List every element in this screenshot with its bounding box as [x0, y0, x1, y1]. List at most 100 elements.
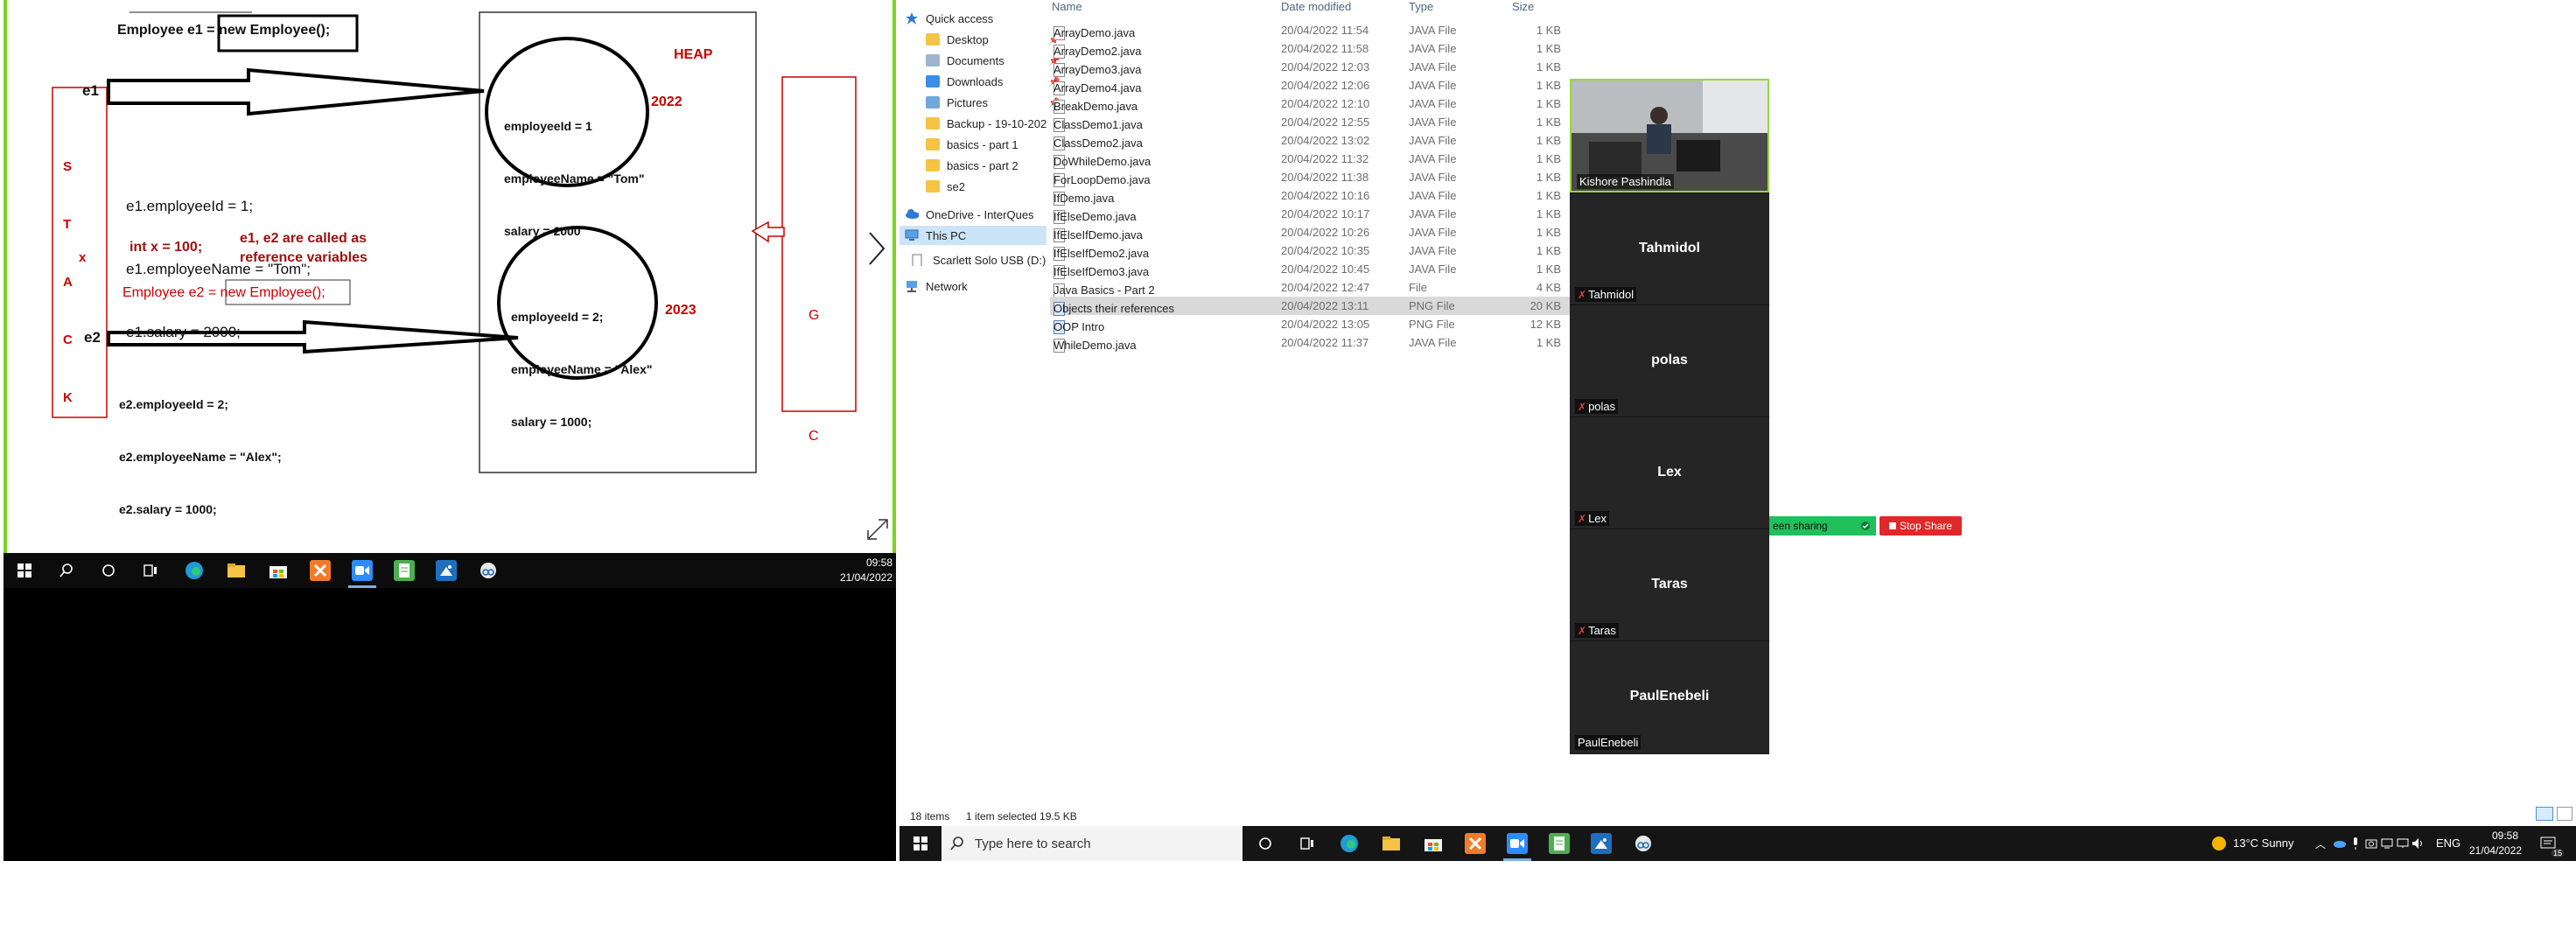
nav-desktop[interactable]: Desktop📌	[926, 30, 1064, 49]
file-row[interactable]: IfElseIfDemo.java 20/04/2022 10:26 JAVA Fi…	[1050, 223, 1575, 242]
cortana-icon[interactable]	[98, 560, 119, 581]
cortana-icon[interactable]	[1255, 833, 1276, 854]
participant-tile[interactable]: Lex ✗ Lex	[1570, 416, 1769, 529]
file-row[interactable]: Objects their references 20/04/2022 13:11…	[1050, 297, 1575, 316]
taskbar-clock[interactable]: 09:58 21/04/2022	[2469, 829, 2522, 858]
windows-start-icon[interactable]	[910, 833, 931, 854]
muted-mic-icon: ✗	[1578, 625, 1587, 637]
file-row[interactable]: IfDemo.java 20/04/2022 10:16 JAVA File 1 KB	[1050, 186, 1575, 206]
notepad-icon[interactable]	[394, 560, 415, 581]
file-row[interactable]: ArrayDemo3.java 20/04/2022 12:03 JAVA File…	[1050, 58, 1575, 77]
nav-pictures[interactable]: Pictures📌	[926, 93, 1064, 112]
file-row[interactable]: WhileDemo.java 20/04/2022 11:37 JAVA File 1…	[1050, 333, 1575, 353]
file-size: 1 KB	[1536, 60, 1561, 74]
file-type: JAVA File	[1409, 97, 1457, 110]
file-row[interactable]: IfElseIfDemo2.java 20/04/2022 10:35 JAVA F…	[1050, 242, 1575, 261]
file-size: 1 KB	[1536, 207, 1561, 220]
task-view-icon[interactable]	[140, 560, 161, 581]
file-row[interactable]: Java Basics - Part 2 20/04/2022 12:47 File…	[1050, 278, 1575, 298]
column-header-date[interactable]: Date modified	[1281, 0, 1351, 13]
large-icons-view-icon[interactable]	[2557, 807, 2572, 821]
file-explorer-icon[interactable]	[226, 560, 247, 581]
xampp-icon[interactable]	[1465, 833, 1486, 854]
weather-text[interactable]: 13°C Sunny	[2233, 836, 2294, 850]
file-row[interactable]: IfElseIfDemo3.java 20/04/2022 10:45 JAVA F…	[1050, 260, 1575, 279]
file-size: 20 KB	[1530, 299, 1561, 312]
details-view-icon[interactable]	[2536, 807, 2553, 821]
store-icon[interactable]	[1423, 833, 1444, 854]
nav-usb-drive[interactable]: Scarlett Solo USB (D:)	[912, 250, 1069, 270]
heap-label: HEAP	[674, 47, 713, 62]
xampp-icon[interactable]	[310, 560, 331, 581]
volume-icon[interactable]	[2408, 833, 2429, 854]
nav-network[interactable]: Network	[905, 276, 1043, 296]
nav-basics-part-1[interactable]: basics - part 1	[926, 135, 1064, 154]
file-row[interactable]: DoWhileDemo.java 20/04/2022 11:32 JAVA Fil…	[1050, 150, 1575, 169]
file-date: 20/04/2022 12:47	[1281, 281, 1370, 294]
file-row[interactable]: ClassDemo1.java 20/04/2022 12:55 JAVA File…	[1050, 113, 1575, 132]
zoom-gallery-panel: Kishore Pashindla Tahmidol ✗ Tahmidol polas…	[1570, 79, 1769, 754]
notifications-icon[interactable]: 15	[2538, 833, 2564, 858]
file-row[interactable]: OOP Intro 20/04/2022 13:05 PNG File 12 KB	[1050, 315, 1575, 334]
notepad-icon[interactable]	[1549, 833, 1570, 854]
participant-label: ✗ Tahmidol	[1575, 287, 1637, 302]
file-size: 1 KB	[1536, 152, 1561, 165]
participant-label: PaulEnebeli	[1575, 735, 1642, 750]
file-row[interactable]: IfElseDemo.java 20/04/2022 10:17 JAVA File…	[1050, 205, 1575, 224]
edge-browser-icon[interactable]	[1339, 833, 1360, 854]
computer-icon	[905, 229, 919, 241]
search-icon[interactable]	[56, 560, 77, 581]
file-row[interactable]: BreakDemo.java 20/04/2022 12:10 JAVA File 1…	[1050, 94, 1575, 114]
column-header-size[interactable]: Size	[1512, 0, 1534, 13]
nav-documents[interactable]: Documents 📌	[926, 51, 1064, 70]
edge-browser-icon[interactable]	[184, 560, 205, 581]
paint-icon[interactable]	[1591, 833, 1612, 854]
video-tile-kishore[interactable]: Kishore Pashindla	[1570, 79, 1769, 192]
file-size: 1 KB	[1536, 244, 1561, 257]
file-size: 1 KB	[1536, 79, 1561, 92]
file-type: JAVA File	[1409, 207, 1457, 220]
store-icon[interactable]	[268, 560, 289, 581]
status-selection: 1 item selected 19.5 KB	[966, 810, 1077, 822]
heap-object-1: employeeId = 1 employeeName = "Tom" sala…	[504, 119, 645, 238]
file-size: 1 KB	[1536, 134, 1561, 147]
file-row[interactable]: ClassDemo2.java 20/04/2022 13:02 JAVA File…	[1050, 131, 1575, 150]
taskbar-search-box[interactable]: Type here to search	[942, 826, 1242, 861]
file-row[interactable]: ForLoopDemo.java 20/04/2022 11:38 JAVA Fil…	[1050, 168, 1575, 187]
folder-icon	[926, 138, 940, 150]
participant-tile[interactable]: Taras ✗ Taras	[1570, 528, 1769, 641]
language-indicator[interactable]: ENG	[2436, 836, 2460, 850]
file-row[interactable]: ArrayDemo.java 20/04/2022 11:54 JAVA File 1…	[1050, 21, 1575, 40]
file-type: JAVA File	[1409, 79, 1457, 92]
nav-basics-part-2[interactable]: basics - part 2	[926, 156, 1064, 175]
task-view-icon[interactable]	[1297, 833, 1318, 854]
file-row[interactable]: ArrayDemo4.java 20/04/2022 12:06 JAVA File…	[1050, 76, 1575, 95]
file-explorer-icon[interactable]	[1381, 833, 1402, 854]
nav-se2[interactable]: se2	[926, 177, 1064, 196]
snipping-tool-icon[interactable]	[478, 560, 499, 581]
nav-onedrive[interactable]: OneDrive - InterQues	[905, 205, 1062, 224]
participant-name: Lex	[1657, 465, 1682, 480]
zoom-icon[interactable]	[1503, 833, 1531, 861]
documents-icon	[926, 54, 940, 66]
column-header-name[interactable]: Name	[1052, 0, 1082, 13]
folder-icon	[926, 117, 940, 130]
nav-backup[interactable]: Backup - 19-10-202	[926, 114, 1064, 133]
nav-this-pc[interactable]: This PC	[900, 226, 1046, 245]
file-row[interactable]: ArrayDemo2.java 20/04/2022 11:58 JAVA File…	[1050, 39, 1575, 59]
stop-share-button[interactable]: Stop Share	[1880, 516, 1962, 536]
nav-quick-access[interactable]: Quick access	[905, 9, 1043, 28]
weather-sun-icon[interactable]	[2208, 833, 2230, 854]
column-header-type[interactable]: Type	[1409, 0, 1433, 13]
participant-tile[interactable]: polas ✗ polas	[1570, 304, 1769, 417]
participant-tile[interactable]: PaulEnebeli PaulEnebeli	[1570, 640, 1769, 753]
participant-name: polas	[1651, 353, 1688, 368]
nav-downloads[interactable]: Downloads📌	[926, 72, 1064, 91]
chevron-up-icon[interactable]: ︿	[2310, 833, 2331, 854]
windows-start-icon[interactable]	[14, 560, 35, 581]
snipping-tool-icon[interactable]	[1633, 833, 1654, 854]
shared-screen: Employee e1 = new Employee(); e1 S T A C…	[4, 0, 896, 553]
participant-tile[interactable]: Tahmidol ✗ Tahmidol	[1570, 192, 1769, 305]
paint-icon[interactable]	[436, 560, 457, 581]
zoom-icon[interactable]	[348, 560, 376, 588]
